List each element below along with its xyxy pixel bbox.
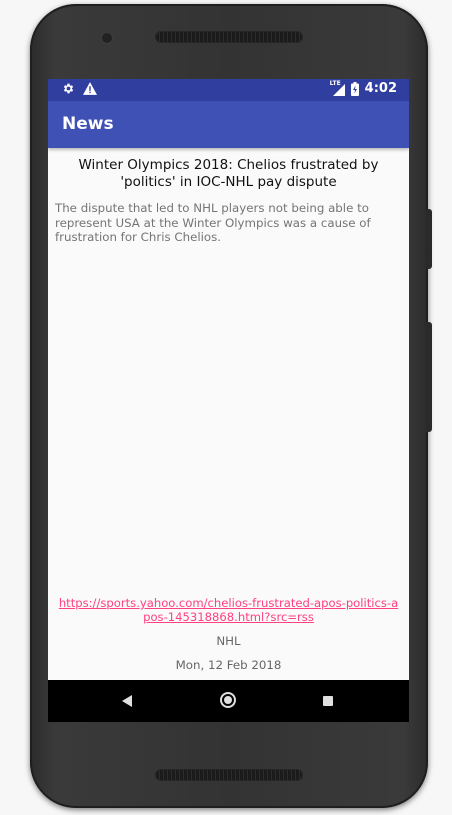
- navigation-bar: [48, 680, 409, 722]
- front-camera: [102, 33, 112, 43]
- signal-icon: LTE: [330, 80, 345, 96]
- power-button: [426, 209, 432, 269]
- volume-button: [426, 322, 432, 432]
- recent-apps-icon[interactable]: [323, 696, 333, 706]
- battery-icon: [350, 81, 359, 96]
- warning-icon: [83, 82, 97, 95]
- top-speaker: [156, 32, 302, 42]
- home-icon[interactable]: [220, 692, 236, 708]
- app-bar: News: [48, 101, 409, 148]
- status-bar: LTE 4:02: [48, 79, 409, 101]
- clock: 4:02: [364, 81, 397, 96]
- article-title: Winter Olympics 2018: Chelios frustrated…: [78, 157, 379, 190]
- back-icon[interactable]: [122, 695, 132, 707]
- article-summary: The dispute that led to NHL players not …: [55, 201, 371, 244]
- bottom-speaker: [156, 770, 302, 780]
- status-icons-right: LTE 4:02: [330, 80, 397, 97]
- article-link[interactable]: https://sports.yahoo.com/chelios-frustra…: [56, 596, 401, 624]
- screen: LTE 4:02 News Winter Olympics 2018: Chel…: [48, 79, 409, 722]
- article-detail: Winter Olympics 2018: Chelios frustrated…: [48, 148, 409, 680]
- article-category: NHL: [216, 634, 241, 648]
- settings-icon: [63, 83, 74, 94]
- app-title: News: [62, 114, 114, 134]
- article-date: Mon, 12 Feb 2018: [175, 658, 282, 672]
- status-icons-left: [62, 82, 97, 95]
